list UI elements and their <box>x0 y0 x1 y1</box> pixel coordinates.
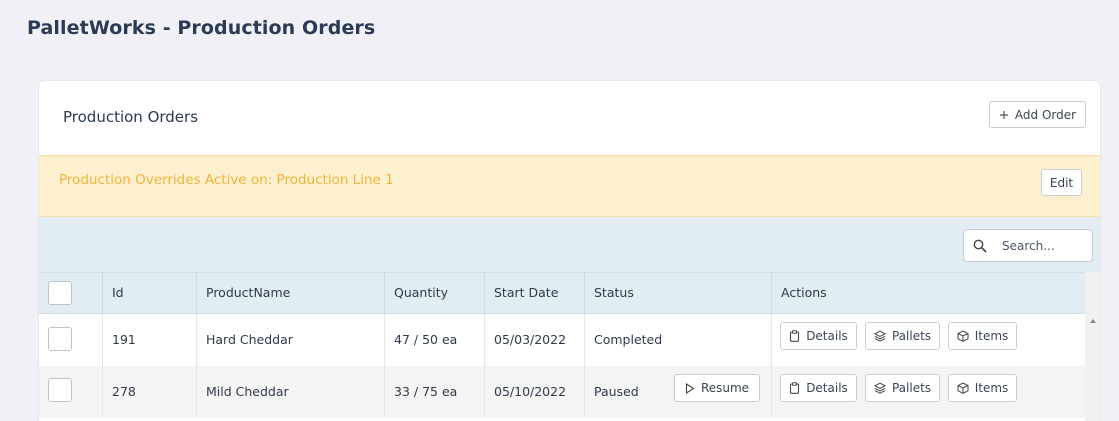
scroll-up-arrow[interactable] <box>1090 319 1096 323</box>
row-select-cell <box>39 314 102 366</box>
production-orders-card: Production Orders Add Order Production O… <box>38 80 1101 421</box>
cell-quantity: 33 / 75 ea <box>384 366 484 418</box>
row-select-cell <box>39 366 102 418</box>
items-label: Items <box>974 329 1009 343</box>
cell-actions: Details Pallets Items <box>771 314 1085 366</box>
header-status[interactable]: Status <box>584 273 771 313</box>
pallets-button[interactable]: Pallets <box>865 374 940 402</box>
cell-actions: Details Pallets Items <box>771 366 1085 418</box>
page-title: PalletWorks - Production Orders <box>27 17 376 39</box>
header-id[interactable]: Id <box>102 273 196 313</box>
table-toolbar <box>39 217 1100 272</box>
table-row: 278 Mild Cheddar 33 / 75 ea 05/10/2022 P… <box>39 366 1085 418</box>
cell-product-name: Mild Cheddar <box>196 366 384 418</box>
cell-start-date: 05/10/2022 <box>484 366 584 418</box>
cell-product-name: Hard Cheddar <box>196 314 384 366</box>
edit-button[interactable]: Edit <box>1041 169 1082 196</box>
pallets-label: Pallets <box>891 381 932 395</box>
banner-text: Production Overrides Active on: Producti… <box>59 172 394 188</box>
items-button[interactable]: Items <box>948 374 1017 402</box>
resume-label: Resume <box>700 381 750 395</box>
cell-status: Completed <box>584 314 771 366</box>
items-label: Items <box>974 381 1009 395</box>
details-button[interactable]: Details <box>780 374 857 402</box>
pallets-button[interactable]: Pallets <box>865 322 940 350</box>
search-box[interactable] <box>963 229 1093 262</box>
add-order-button[interactable]: Add Order <box>989 101 1086 128</box>
items-button[interactable]: Items <box>948 322 1017 350</box>
cell-start-date: 05/03/2022 <box>484 314 584 366</box>
table-row: 191 Hard Cheddar 47 / 50 ea 05/03/2022 C… <box>39 314 1085 366</box>
cell-id: 191 <box>102 314 196 366</box>
overrides-banner: Production Overrides Active on: Producti… <box>39 155 1100 217</box>
layers-icon <box>873 382 886 394</box>
table-scrollbar[interactable] <box>1085 272 1100 421</box>
card-header: Production Orders Add Order <box>39 81 1100 155</box>
details-label: Details <box>806 381 848 395</box>
cell-quantity: 47 / 50 ea <box>384 314 484 366</box>
details-button[interactable]: Details <box>780 322 857 350</box>
box-icon <box>957 382 969 394</box>
select-all-checkbox[interactable] <box>48 281 72 305</box>
cell-status: Paused Resume <box>584 366 771 418</box>
row-checkbox[interactable] <box>48 378 72 402</box>
add-order-label: Add Order <box>1014 107 1077 122</box>
status-text: Paused <box>594 384 639 399</box>
clipboard-icon <box>789 382 800 394</box>
header-product-name[interactable]: ProductName <box>196 273 384 313</box>
row-checkbox[interactable] <box>48 327 72 351</box>
header-quantity[interactable]: Quantity <box>384 273 484 313</box>
box-icon <box>957 330 969 342</box>
layers-icon <box>873 330 886 342</box>
plus-icon <box>999 110 1009 120</box>
pallets-label: Pallets <box>891 329 932 343</box>
details-label: Details <box>806 329 848 343</box>
header-actions: Actions <box>771 273 1085 313</box>
resume-button[interactable]: Resume <box>674 374 760 402</box>
table-header: Id ProductName Quantity Start Date Statu… <box>39 272 1085 314</box>
card-title: Production Orders <box>63 108 199 126</box>
clipboard-icon <box>789 330 800 342</box>
header-start-date[interactable]: Start Date <box>484 273 584 313</box>
search-input[interactable] <box>1002 237 1088 255</box>
play-icon <box>685 382 695 394</box>
cell-id: 278 <box>102 366 196 418</box>
header-select-cell <box>39 273 102 313</box>
